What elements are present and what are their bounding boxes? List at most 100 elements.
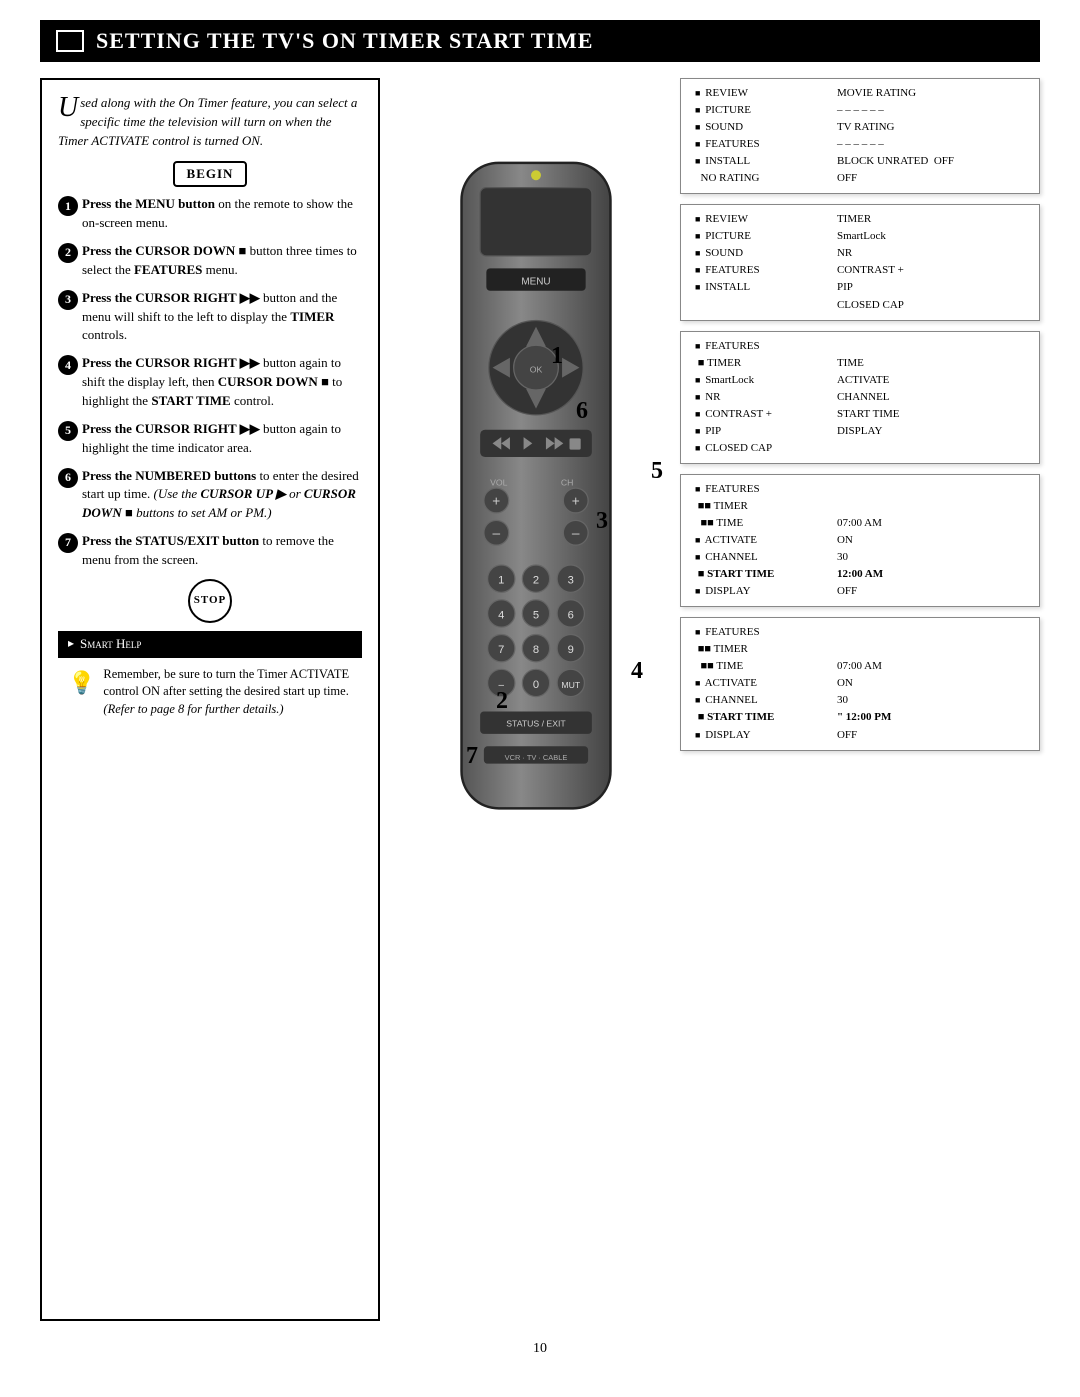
remote-container: MENU OK [406,138,686,863]
table-row: ■■ TIME 07:00 AM [691,515,1029,532]
intro-text: U sed along with the On Timer feature, y… [58,94,362,151]
table-row: ■ REVIEW TIMER [691,211,1029,228]
svg-text:VCR · TV · CABLE: VCR · TV · CABLE [505,753,568,762]
step-4: 4 Press the CURSOR RIGHT ▶▶ button again… [58,354,362,411]
table-row: ■ FEATURES [691,481,1029,498]
svg-text:–: – [492,526,500,541]
main-content: U sed along with the On Timer feature, y… [40,78,1040,1321]
step-callout-6: 6 [576,398,588,425]
screen1-table: ■ REVIEW MOVIE RATING ■ PICTURE – – – – … [691,85,1029,187]
step-1-number: 1 [58,196,78,216]
svg-text:1: 1 [498,575,504,587]
table-row: ■ DISPLAY OFF [691,727,1029,744]
title-bar: Setting the TV's On Timer Start Time [40,20,1040,62]
smart-help-box: Smart Help 💡 Remember, be sure to turn t… [58,631,362,728]
step-3: 3 Press the CURSOR RIGHT ▶▶ button and t… [58,289,362,346]
svg-text:0: 0 [533,679,539,691]
step-callout-7: 7 [466,743,478,770]
table-row: ■ ACTIVATE ON [691,532,1029,549]
svg-text:VOL: VOL [490,478,508,488]
page-number: 10 [533,1341,547,1357]
svg-text:MENU: MENU [521,276,550,287]
svg-text:CH: CH [561,478,574,488]
svg-text:+: + [492,493,500,508]
step-4-number: 4 [58,355,78,375]
begin-badge: BEGIN [173,161,248,188]
table-row: CLOSED CAP [691,297,1029,314]
table-row: ■ SOUND TV RATING [691,119,1029,136]
step-2: 2 Press the CURSOR DOWN ■ button three t… [58,242,362,280]
table-row: ■ SOUND NR [691,245,1029,262]
svg-text:+: + [572,493,580,508]
table-row: ■ START TIME 12:00 AM [691,566,1029,583]
tv-icon [56,30,84,52]
table-row: ■ SmartLock ACTIVATE [691,372,1029,389]
svg-text:OK: OK [530,365,543,375]
svg-text:STATUS / EXIT: STATUS / EXIT [506,718,566,728]
step-6-text: Press the NUMBERED buttons to enter the … [82,467,362,524]
svg-text:7: 7 [498,644,504,656]
screen4-table: ■ FEATURES ■■ TIMER ■■ TIME 07:00 AM ■ A… [691,481,1029,600]
table-row: ■ START TIME " 12:00 PM [691,709,1029,726]
menu-screen-3: ■ FEATURES ■ TIMER TIME ■ SmartLock ACTI… [680,331,1040,464]
svg-text:9: 9 [568,644,574,656]
step-7: 7 Press the STATUS/EXIT button to remove… [58,532,362,570]
svg-text:MUT: MUT [561,680,580,690]
step-5-number: 5 [58,421,78,441]
table-row: ■ INSTALL BLOCK UNRATED OFF [691,153,1029,170]
menu-screen-4: ■ FEATURES ■■ TIMER ■■ TIME 07:00 AM ■ A… [680,474,1040,607]
svg-text:–: – [572,526,580,541]
step-7-number: 7 [58,533,78,553]
right-panel: ■ REVIEW MOVIE RATING ■ PICTURE – – – – … [396,78,1040,1321]
left-panel: U sed along with the On Timer feature, y… [40,78,380,1321]
table-row: ■ ACTIVATE ON [691,675,1029,692]
stop-box: STOP [58,579,362,623]
table-row: ■ PICTURE SmartLock [691,228,1029,245]
table-row: ■ CHANNEL 30 [691,692,1029,709]
step-6-number: 6 [58,468,78,488]
menu-screen-5: ■ FEATURES ■■ TIMER ■■ TIME 07:00 AM ■ A… [680,617,1040,750]
step-5: 5 Press the CURSOR RIGHT ▶▶ button again… [58,420,362,458]
table-row: ■ FEATURES CONTRAST + [691,262,1029,279]
step-2-number: 2 [58,243,78,263]
table-row: ■ FEATURES – – – – – – [691,136,1029,153]
page-title: Setting the TV's On Timer Start Time [96,28,593,54]
table-row: ■ TIMER TIME [691,355,1029,372]
step-callout-2: 2 [496,688,508,715]
table-row: NO RATING OFF [691,170,1029,187]
table-row: ■ NR CHANNEL [691,389,1029,406]
begin-box: BEGIN [58,161,362,188]
smart-help-text: Remember, be sure to turn the Timer ACTI… [103,666,352,719]
table-row: ■ INSTALL PIP [691,279,1029,296]
svg-text:8: 8 [533,644,539,656]
svg-text:3: 3 [568,575,574,587]
svg-text:4: 4 [498,609,504,621]
table-row: ■■ TIME 07:00 AM [691,658,1029,675]
drop-cap: U [58,94,78,122]
screen5-table: ■ FEATURES ■■ TIMER ■■ TIME 07:00 AM ■ A… [691,624,1029,743]
step-callout-3: 3 [596,508,608,535]
bulb-icon: 💡 [68,668,95,699]
svg-text:2: 2 [533,575,539,587]
smart-help-title: Smart Help [58,631,362,658]
step-7-text: Press the STATUS/EXIT button to remove t… [82,532,362,570]
step-6: 6 Press the NUMBERED buttons to enter th… [58,467,362,524]
step-1-text: Press the MENU button on the remote to s… [82,195,362,233]
table-row: ■ PIP DISPLAY [691,423,1029,440]
menu-screen-2: ■ REVIEW TIMER ■ PICTURE SmartLock ■ SOU… [680,204,1040,320]
table-row: ■ REVIEW MOVIE RATING [691,85,1029,102]
step-callout-5: 5 [651,458,663,485]
remote-svg: MENU OK [406,138,666,858]
step-1: 1 Press the MENU button on the remote to… [58,195,362,233]
svg-text:6: 6 [568,609,574,621]
table-row: ■■ TIMER [691,498,1029,515]
table-row: ■■ TIMER [691,641,1029,658]
table-row: ■ DISPLAY OFF [691,583,1029,600]
table-row: ■ CLOSED CAP [691,440,1029,457]
step-3-text: Press the CURSOR RIGHT ▶▶ button and the… [82,289,362,346]
table-row: ■ FEATURES [691,338,1029,355]
step-5-text: Press the CURSOR RIGHT ▶▶ button again t… [82,420,362,458]
step-2-text: Press the CURSOR DOWN ■ button three tim… [82,242,362,280]
table-row: ■ CONTRAST + START TIME [691,406,1029,423]
screen-panels: ■ REVIEW MOVIE RATING ■ PICTURE – – – – … [680,78,1040,759]
